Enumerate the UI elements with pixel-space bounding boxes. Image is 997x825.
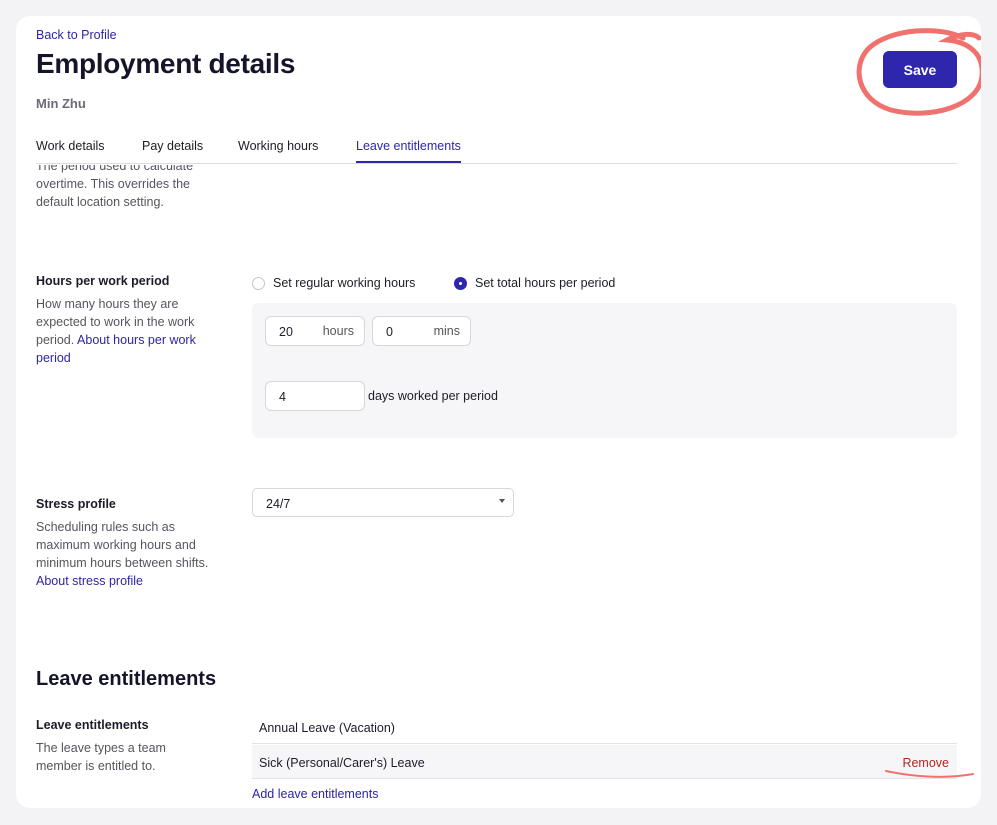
radio-unchecked-icon bbox=[252, 276, 265, 290]
overtime-description: The period used to calculate overtime. T… bbox=[36, 165, 194, 209]
person-name: Min Zhu bbox=[36, 96, 86, 111]
leave-item-name: Annual Leave (Vacation) bbox=[259, 721, 395, 735]
add-leave-entitlements-link[interactable]: Add leave entitlements bbox=[252, 787, 378, 801]
about-stress-profile-link[interactable]: About stress profile bbox=[36, 572, 216, 590]
stress-description-text: Scheduling rules such as maximum working… bbox=[36, 520, 209, 570]
leave-entitlements-label: Leave entitlements bbox=[36, 718, 149, 732]
hours-input[interactable]: 20 hours bbox=[265, 316, 365, 346]
tab-working-hours[interactable]: Working hours bbox=[238, 139, 318, 161]
remove-leave-button[interactable]: Remove bbox=[902, 756, 949, 770]
leave-item: Annual Leave (Vacation) bbox=[252, 710, 957, 744]
hours-per-period-description: How many hours they are expected to work… bbox=[36, 295, 211, 367]
page-title: Employment details bbox=[36, 48, 296, 79]
employment-details-card: Back to Profile Employment details Min Z… bbox=[16, 16, 981, 808]
radio-total-hours[interactable]: Set total hours per period bbox=[454, 276, 615, 290]
days-value: 4 bbox=[279, 390, 286, 404]
mins-value: 0 bbox=[386, 325, 393, 339]
save-button[interactable]: Save bbox=[883, 51, 957, 88]
radio-regular-hours[interactable]: Set regular working hours bbox=[252, 276, 415, 290]
days-worked-label: days worked per period bbox=[368, 389, 498, 403]
stress-profile-value: 24/7 bbox=[266, 497, 291, 511]
leave-item-name: Sick (Personal/Carer's) Leave bbox=[259, 756, 425, 770]
leave-entitlements-description: The leave types a team member is entitle… bbox=[36, 741, 166, 773]
hours-panel: 20 hours 0 mins 4 days worked per period bbox=[252, 303, 957, 438]
tab-pay-details[interactable]: Pay details bbox=[142, 139, 203, 161]
radio-total-hours-label: Set total hours per period bbox=[475, 276, 616, 290]
mins-unit: mins bbox=[433, 324, 460, 338]
hours-value: 20 bbox=[279, 325, 293, 339]
back-to-profile-link[interactable]: Back to Profile bbox=[36, 28, 117, 42]
stress-profile-description: Scheduling rules such as maximum working… bbox=[36, 518, 216, 590]
hours-per-period-label: Hours per work period bbox=[36, 274, 170, 288]
leave-section-title: Leave entitlements bbox=[36, 668, 217, 690]
mins-input[interactable]: 0 mins bbox=[372, 316, 471, 346]
leave-item: Sick (Personal/Carer's) Leave Remove bbox=[252, 745, 957, 779]
hours-unit: hours bbox=[322, 324, 354, 338]
chevron-down-icon bbox=[499, 499, 505, 503]
stress-profile-label: Stress profile bbox=[36, 497, 116, 511]
tab-work-details[interactable]: Work details bbox=[36, 139, 105, 161]
stress-profile-select[interactable]: 24/7 bbox=[252, 488, 514, 517]
tab-bar: Work details Pay details Working hours L… bbox=[36, 130, 957, 164]
days-input[interactable]: 4 bbox=[265, 381, 365, 411]
tab-leave-entitlements[interactable]: Leave entitlements bbox=[356, 139, 461, 163]
radio-checked-icon bbox=[454, 276, 467, 290]
radio-regular-hours-label: Set regular working hours bbox=[273, 276, 416, 290]
scroll-content: The period used to calculate overtime. T… bbox=[16, 165, 981, 808]
